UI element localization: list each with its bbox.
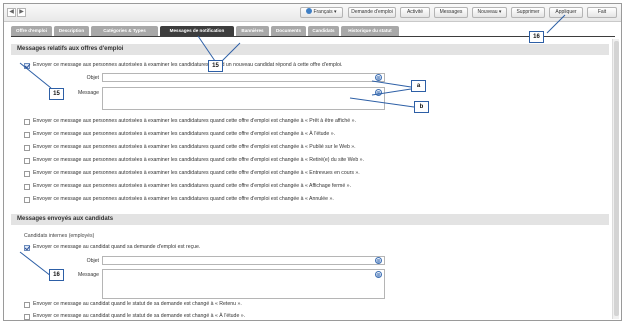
application-window: ◀ ▶ Français ▾ Demande d'emploi Activité… bbox=[3, 3, 622, 321]
arrow-left-icon: ◀ bbox=[9, 9, 14, 15]
checkbox-status-cancelled[interactable] bbox=[24, 197, 30, 203]
checkbox-status-withdrawn[interactable] bbox=[24, 158, 30, 164]
messages-button[interactable]: Messages bbox=[434, 7, 468, 18]
section-header-job-offers: Messages relatifs aux offres d'emploi bbox=[11, 44, 609, 55]
tab-notification-messages[interactable]: Messages de notification bbox=[160, 26, 234, 36]
section-header-candidates: Messages envoyés aux candidats bbox=[11, 214, 609, 225]
option-label: Envoyer ce message aux personnes autoris… bbox=[33, 131, 336, 137]
message-label: Message bbox=[77, 90, 99, 96]
top-toolbar: ◀ ▶ Français ▾ Demande d'emploi Activité… bbox=[4, 4, 621, 22]
subject-input[interactable] bbox=[102, 256, 385, 265]
checkbox-application-received[interactable] bbox=[24, 245, 30, 251]
checkbox-status-interviews[interactable] bbox=[24, 171, 30, 177]
option-label: Envoyer ce message au candidat quand le … bbox=[33, 313, 246, 319]
tab-candidates[interactable]: Candidats bbox=[308, 26, 339, 36]
scrollbar-thumb[interactable] bbox=[614, 41, 619, 316]
option-label: Envoyer ce message aux personnes autoris… bbox=[33, 157, 364, 163]
subject-label: Objet bbox=[86, 258, 99, 264]
option-label: Envoyer ce message au candidat quand le … bbox=[33, 301, 242, 307]
done-button[interactable]: Fait bbox=[587, 7, 617, 18]
job-request-button[interactable]: Demande d'emploi bbox=[348, 7, 396, 18]
vertical-scrollbar[interactable] bbox=[612, 39, 619, 319]
field-info-icon[interactable]: ◎ bbox=[375, 74, 382, 81]
callout-a: a bbox=[411, 80, 426, 92]
tab-banners[interactable]: Bannières bbox=[236, 26, 269, 36]
globe-icon bbox=[306, 8, 313, 14]
arrow-right-icon: ▶ bbox=[19, 9, 24, 15]
option-label: Envoyer ce message aux personnes autoris… bbox=[33, 170, 360, 176]
callout-tab: 15 bbox=[208, 60, 223, 72]
checkbox-status-published[interactable] bbox=[24, 145, 30, 151]
message-label: Message bbox=[77, 272, 99, 278]
tab-documents[interactable]: Documents bbox=[271, 26, 306, 36]
checkbox-status-retained[interactable] bbox=[24, 302, 30, 308]
nav-forward-button[interactable]: ▶ bbox=[17, 8, 26, 17]
message-textarea[interactable] bbox=[102, 87, 385, 110]
language-dropdown[interactable]: Français ▾ bbox=[300, 7, 343, 18]
tab-job-offer[interactable]: Offre d'emploi bbox=[11, 26, 52, 36]
callout-second-checkbox: 16 bbox=[49, 269, 64, 281]
option-label: Envoyer ce message aux personnes autoris… bbox=[33, 196, 334, 202]
option-label: Envoyer ce message aux personnes autoris… bbox=[33, 118, 356, 124]
option-label: Envoyer ce message aux personnes autoris… bbox=[33, 62, 343, 68]
tab-status-history[interactable]: Historique du statut bbox=[341, 26, 399, 36]
checkbox-status-ready[interactable] bbox=[24, 119, 30, 125]
callout-b: b bbox=[414, 101, 429, 113]
subject-input[interactable] bbox=[102, 73, 385, 82]
callout-apply: 16 bbox=[529, 31, 544, 43]
option-label: Envoyer ce message au candidat quand sa … bbox=[33, 244, 201, 250]
main-content: Messages relatifs aux offres d'emploi En… bbox=[11, 39, 609, 320]
delete-button[interactable]: Supprimer bbox=[511, 7, 545, 18]
checkbox-status-review[interactable] bbox=[24, 132, 30, 138]
checkbox-new-candidate[interactable] bbox=[24, 63, 30, 69]
callout-first-checkbox: 15 bbox=[49, 88, 64, 100]
checkbox-status-closed[interactable] bbox=[24, 184, 30, 190]
internal-candidates-label: Candidats internes (employés) bbox=[24, 233, 95, 239]
activity-button[interactable]: Activité bbox=[400, 7, 430, 18]
nav-back-button[interactable]: ◀ bbox=[7, 8, 16, 17]
field-info-icon[interactable]: ◎ bbox=[375, 89, 382, 96]
checkbox-status-under-review[interactable] bbox=[24, 314, 30, 320]
field-info-icon[interactable]: ◎ bbox=[375, 257, 382, 264]
tab-description[interactable]: Description bbox=[54, 26, 89, 36]
apply-button[interactable]: Appliquer bbox=[549, 7, 583, 18]
tab-categories-types[interactable]: Catégories & Types bbox=[91, 26, 158, 36]
message-textarea[interactable] bbox=[102, 269, 385, 299]
subject-label: Objet bbox=[86, 75, 99, 81]
field-info-icon[interactable]: ◎ bbox=[375, 271, 382, 278]
new-dropdown[interactable]: Nouveau ▾ bbox=[472, 7, 507, 18]
tab-underline bbox=[11, 36, 615, 37]
option-label: Envoyer ce message aux personnes autoris… bbox=[33, 183, 352, 189]
option-label: Envoyer ce message aux personnes autoris… bbox=[33, 144, 356, 150]
